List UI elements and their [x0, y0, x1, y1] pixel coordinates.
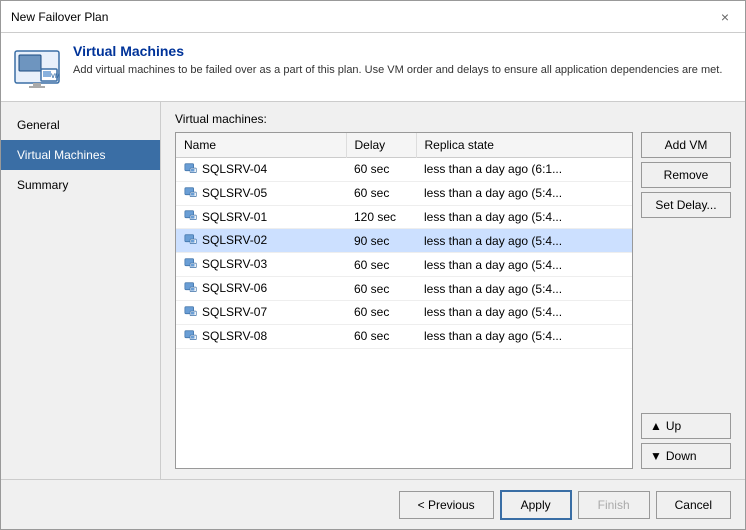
- table-header-row: Name Delay Replica state: [176, 133, 632, 158]
- cell-name: SQLSRV-02: [176, 229, 346, 253]
- main-content: Virtual machines: Name Delay Replica sta…: [161, 102, 745, 479]
- table-row[interactable]: SQLSRV-08 60 secless than a day ago (5:4.…: [176, 324, 632, 348]
- cell-delay: 60 sec: [346, 181, 416, 205]
- table-row[interactable]: SQLSRV-05 60 secless than a day ago (5:4.…: [176, 181, 632, 205]
- vm-table-wrapper: Name Delay Replica state SQLSRV-04 60 sec…: [175, 132, 633, 469]
- table-row[interactable]: SQLSRV-07 60 secless than a day ago (5:4.…: [176, 300, 632, 324]
- vm-row-icon: [184, 233, 198, 247]
- set-delay-button[interactable]: Set Delay...: [641, 192, 731, 218]
- up-label: Up: [666, 419, 681, 433]
- sidebar-item-general[interactable]: General: [1, 110, 160, 140]
- spacer: [641, 222, 731, 409]
- finish-button[interactable]: Finish: [578, 491, 650, 519]
- vm-table-body: SQLSRV-0460 secless than a day ago (6:1.…: [176, 158, 632, 349]
- vm-row-icon: [184, 209, 198, 223]
- dialog: New Failover Plan × VM Virtual Machines …: [0, 0, 746, 530]
- footer: < Previous Apply Finish Cancel: [1, 479, 745, 529]
- cell-name: SQLSRV-04: [176, 158, 346, 182]
- side-buttons: Add VM Remove Set Delay... ▲ Up ▼ Down: [641, 132, 731, 469]
- body-section: General Virtual Machines Summary Virtual…: [1, 102, 745, 479]
- table-row[interactable]: SQLSRV-06 60 secless than a day ago (5:4.…: [176, 277, 632, 301]
- apply-button[interactable]: Apply: [500, 490, 572, 520]
- down-arrow-icon: ▼: [650, 449, 662, 463]
- cell-replica-state: less than a day ago (5:4...: [416, 300, 632, 324]
- cell-delay: 60 sec: [346, 277, 416, 301]
- up-button[interactable]: ▲ Up: [641, 413, 731, 439]
- cell-name-text: SQLSRV-06: [202, 281, 267, 295]
- cell-delay: 60 sec: [346, 300, 416, 324]
- table-row[interactable]: SQLSRV-01 120 secless than a day ago (5:4…: [176, 205, 632, 229]
- header-title: Virtual Machines: [73, 43, 722, 59]
- vm-list-label: Virtual machines:: [175, 112, 731, 126]
- header-section: VM Virtual Machines Add virtual machines…: [1, 33, 745, 102]
- dialog-title: New Failover Plan: [11, 10, 108, 24]
- cell-name-text: SQLSRV-03: [202, 257, 267, 271]
- vm-row-icon: [184, 305, 198, 319]
- sidebar-item-virtual-machines[interactable]: Virtual Machines: [1, 140, 160, 170]
- table-row[interactable]: SQLSRV-02 90 secless than a day ago (5:4.…: [176, 229, 632, 253]
- cell-replica-state: less than a day ago (5:4...: [416, 229, 632, 253]
- cell-name-text: SQLSRV-01: [202, 210, 267, 224]
- cell-delay: 60 sec: [346, 253, 416, 277]
- cell-name-text: SQLSRV-05: [202, 186, 267, 200]
- table-row[interactable]: SQLSRV-04 60 secless than a day ago (6:1.…: [176, 158, 632, 182]
- previous-button[interactable]: < Previous: [399, 491, 494, 519]
- cell-name-text: SQLSRV-08: [202, 329, 267, 343]
- cell-name: SQLSRV-03: [176, 253, 346, 277]
- up-down-group: ▲ Up ▼ Down: [641, 413, 731, 469]
- cell-replica-state: less than a day ago (5:4...: [416, 181, 632, 205]
- vm-row-icon: [184, 257, 198, 271]
- vm-area: Name Delay Replica state SQLSRV-04 60 sec…: [175, 132, 731, 469]
- cell-name: SQLSRV-05: [176, 181, 346, 205]
- down-label: Down: [666, 449, 697, 463]
- sidebar: General Virtual Machines Summary: [1, 102, 161, 479]
- sidebar-item-summary[interactable]: Summary: [1, 170, 160, 200]
- cell-delay: 60 sec: [346, 324, 416, 348]
- down-button[interactable]: ▼ Down: [641, 443, 731, 469]
- cell-replica-state: less than a day ago (6:1...: [416, 158, 632, 182]
- cell-replica-state: less than a day ago (5:4...: [416, 253, 632, 277]
- vm-row-icon: [184, 162, 198, 176]
- remove-button[interactable]: Remove: [641, 162, 731, 188]
- up-arrow-icon: ▲: [650, 419, 662, 433]
- vm-row-icon: [184, 186, 198, 200]
- title-bar: New Failover Plan ×: [1, 1, 745, 33]
- cell-delay: 120 sec: [346, 205, 416, 229]
- vm-table: Name Delay Replica state SQLSRV-04 60 sec…: [176, 133, 632, 349]
- add-vm-button[interactable]: Add VM: [641, 132, 731, 158]
- cell-replica-state: less than a day ago (5:4...: [416, 277, 632, 301]
- cell-name-text: SQLSRV-04: [202, 162, 267, 176]
- cell-replica-state: less than a day ago (5:4...: [416, 324, 632, 348]
- cell-name-text: SQLSRV-07: [202, 305, 267, 319]
- header-description: Add virtual machines to be failed over a…: [73, 63, 722, 78]
- header-icon: VM: [13, 43, 61, 91]
- cell-name: SQLSRV-08: [176, 324, 346, 348]
- cell-delay: 90 sec: [346, 229, 416, 253]
- cell-name: SQLSRV-06: [176, 277, 346, 301]
- column-header-replica: Replica state: [416, 133, 632, 158]
- cell-delay: 60 sec: [346, 158, 416, 182]
- cell-name: SQLSRV-07: [176, 300, 346, 324]
- header-text: Virtual Machines Add virtual machines to…: [73, 43, 722, 78]
- vm-row-icon: [184, 329, 198, 343]
- cell-name: SQLSRV-01: [176, 205, 346, 229]
- svg-text:VM: VM: [51, 74, 60, 80]
- table-row[interactable]: SQLSRV-03 60 secless than a day ago (5:4.…: [176, 253, 632, 277]
- cell-replica-state: less than a day ago (5:4...: [416, 205, 632, 229]
- vm-row-icon: [184, 281, 198, 295]
- close-button[interactable]: ×: [715, 7, 735, 27]
- cell-name-text: SQLSRV-02: [202, 233, 267, 247]
- column-header-delay: Delay: [346, 133, 416, 158]
- column-header-name: Name: [176, 133, 346, 158]
- cancel-button[interactable]: Cancel: [656, 491, 731, 519]
